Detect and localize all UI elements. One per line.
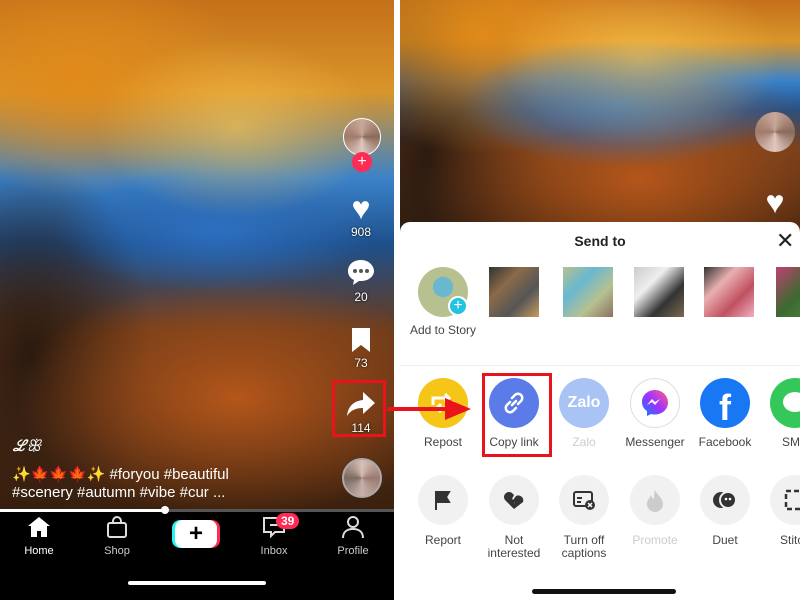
add-story-plus-icon: + <box>448 296 468 316</box>
like-heart-icon[interactable]: ♥ <box>344 190 378 226</box>
video-frame-dimmed <box>400 0 800 230</box>
like-count: 908 <box>350 225 372 239</box>
share-facebook-button[interactable]: f <box>700 378 750 428</box>
nav-profile[interactable]: Profile <box>318 516 388 557</box>
create-plus-button[interactable]: + <box>175 520 217 548</box>
broken-heart-icon <box>504 492 524 509</box>
video-feed-screen: + ♥ 908 20 73 114 ℒꕥ ✨🍁🍁🍁✨ #foryou #beau… <box>0 0 394 600</box>
music-disc[interactable] <box>342 458 382 498</box>
nav-shop[interactable]: Shop <box>82 516 152 557</box>
creator-avatar <box>755 112 795 152</box>
nav-profile-label: Profile <box>337 545 369 557</box>
like-heart-icon: ♥ <box>765 183 785 220</box>
share-sms-label: SMS <box>781 435 800 449</box>
share-zalo-label: Zalo <box>572 435 596 449</box>
contact-avatar-blurred[interactable] <box>489 267 539 317</box>
section-divider <box>400 365 800 366</box>
inbox-badge: 39 <box>276 513 300 529</box>
contact-avatar-blurred[interactable] <box>776 267 800 317</box>
nav-home[interactable]: Home <box>4 516 74 557</box>
progress-fill <box>0 509 166 512</box>
nav-shop-label: Shop <box>104 545 130 557</box>
action-stitch-label: Stitch <box>779 533 800 547</box>
home-indicator <box>128 581 266 585</box>
creator-avatar[interactable] <box>343 118 381 156</box>
sheet-title: Send to <box>574 233 626 249</box>
sms-icon <box>783 392 800 412</box>
share-facebook-label: Facebook <box>698 435 752 449</box>
action-duet-button[interactable] <box>700 475 750 525</box>
close-icon[interactable]: ✕ <box>776 228 794 254</box>
pointer-arrow <box>387 398 471 420</box>
messenger-icon <box>642 390 668 416</box>
share-sheet-screen: ♥ Send to ✕ + Add to Story Repost Copy li… <box>400 0 800 600</box>
action-report-label: Report <box>424 533 462 547</box>
action-turn-off-captions-label: Turn off captions <box>561 533 607 560</box>
flag-icon <box>435 491 451 510</box>
share-messenger-label: Messenger <box>625 435 685 449</box>
nav-home-label: Home <box>24 545 54 557</box>
contact-avatar-blurred[interactable] <box>563 267 613 317</box>
action-promote-button[interactable] <box>630 475 680 525</box>
share-messenger-button[interactable] <box>630 378 680 428</box>
save-count: 73 <box>354 356 368 370</box>
comment-count: 20 <box>354 290 368 304</box>
contact-avatar-blurred[interactable] <box>704 267 754 317</box>
nav-inbox-label: Inbox <box>260 545 288 557</box>
follow-plus-icon[interactable]: + <box>352 152 372 172</box>
action-stitch-button[interactable] <box>770 475 800 525</box>
share-zalo-button[interactable]: Zalo <box>559 378 609 428</box>
flame-icon <box>647 490 663 512</box>
action-duet-label: Duet <box>712 533 738 547</box>
stitch-icon <box>784 489 800 511</box>
action-not-interested-button[interactable] <box>489 475 539 525</box>
share-repost-label: Repost <box>423 435 463 449</box>
share-highlight-box <box>332 380 386 437</box>
action-promote-label: Promote <box>632 533 678 547</box>
caption-line-2[interactable]: #scenery #autumn #vibe #cur ... <box>12 484 225 501</box>
copy-link-highlight-box <box>482 373 552 457</box>
captions-off-icon <box>573 491 595 510</box>
share-sms-button[interactable] <box>770 378 800 428</box>
facebook-icon: f <box>719 387 731 428</box>
action-report-button[interactable] <box>418 475 468 525</box>
action-not-interested-label: Not interested <box>487 533 541 560</box>
author-mark[interactable]: ℒꕥ <box>12 436 41 456</box>
bookmark-icon[interactable] <box>350 326 372 354</box>
action-turn-off-captions-button[interactable] <box>559 475 609 525</box>
caption-line-1[interactable]: ✨🍁🍁🍁✨ #foryou #beautiful <box>12 465 229 483</box>
progress-handle[interactable] <box>161 506 170 514</box>
comment-icon[interactable] <box>346 258 376 286</box>
duet-icon <box>713 491 737 509</box>
home-indicator <box>532 589 676 594</box>
add-to-story-label: Add to Story <box>409 323 477 337</box>
contact-avatar-blurred[interactable] <box>634 267 684 317</box>
zalo-icon: Zalo <box>567 394 601 411</box>
